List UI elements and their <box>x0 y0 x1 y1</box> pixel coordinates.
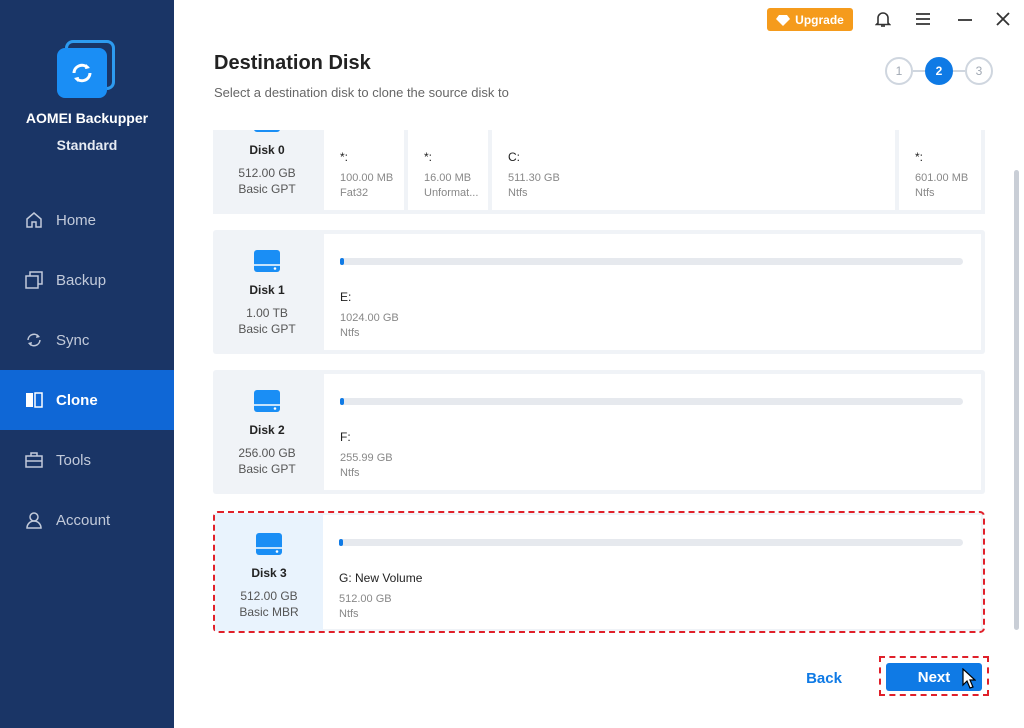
nav-item-backup[interactable]: Backup <box>0 250 174 310</box>
partition-size: 511.30 GB <box>508 172 560 184</box>
partition-size: 255.99 GB <box>340 452 393 464</box>
nav-item-account[interactable]: Account <box>0 490 174 550</box>
nav-label: Home <box>56 211 97 229</box>
partition-box: *: 16.00 MB Unformat... <box>408 130 488 210</box>
disk-size: 512.00 GB <box>240 589 298 603</box>
minimize-icon[interactable] <box>956 10 974 28</box>
disk-row-1[interactable]: Disk 1 1.00 TB Basic GPT E: 1024.00 GB N… <box>213 230 985 354</box>
partition-fs: Ntfs <box>508 187 528 199</box>
tools-icon <box>24 450 44 470</box>
sidebar: AOMEI Backupper Standard Home Backup Syn… <box>0 0 174 728</box>
disk-info: Disk 1 1.00 TB Basic GPT <box>213 230 321 354</box>
page-title: Destination Disk <box>214 52 371 74</box>
step-indicator: 1 2 3 <box>885 57 993 85</box>
partition-fs: Ntfs <box>340 467 360 479</box>
partition-size: 1024.00 GB <box>340 312 399 324</box>
disk-row-0[interactable]: Disk 0 512.00 GB Basic GPT *: 100.00 MB … <box>213 130 985 214</box>
disk-icon <box>252 246 282 276</box>
step-1: 1 <box>885 57 913 85</box>
back-button[interactable]: Back <box>796 664 852 692</box>
partition-box: *: 601.00 MB Ntfs <box>899 130 981 210</box>
nav-label: Sync <box>56 331 90 349</box>
disk-name: Disk 0 <box>249 143 285 157</box>
disk-icon <box>252 130 282 136</box>
disk-icon <box>252 386 282 416</box>
partition-box: E: 1024.00 GB Ntfs <box>324 234 981 350</box>
partition-size: 601.00 MB <box>915 172 969 184</box>
diamond-icon <box>776 14 791 26</box>
disk-type: Basic GPT <box>238 182 296 196</box>
upgrade-button[interactable]: Upgrade <box>767 8 853 31</box>
usage-bar <box>340 398 963 405</box>
partition-label: F: <box>340 430 351 444</box>
disk-type: Basic GPT <box>238 462 296 476</box>
backup-icon <box>24 270 44 290</box>
partition-fs: Fat32 <box>340 187 369 199</box>
scrollbar[interactable] <box>1014 170 1019 630</box>
usage-bar <box>339 539 963 546</box>
menu-icon[interactable] <box>914 10 932 28</box>
disk-size: 256.00 GB <box>238 446 296 460</box>
step-2: 2 <box>925 57 953 85</box>
partition-fs: Ntfs <box>340 327 360 339</box>
close-icon[interactable] <box>994 10 1012 28</box>
disk-type: Basic MBR <box>239 605 299 619</box>
partition-label: C: <box>508 150 520 164</box>
nav-item-clone[interactable]: Clone <box>0 370 174 430</box>
nav-label: Account <box>56 511 111 529</box>
mouse-cursor-icon <box>962 667 977 695</box>
home-icon <box>24 210 44 230</box>
partition-box: *: 100.00 MB Fat32 <box>324 130 404 210</box>
disk-info: Disk 0 512.00 GB Basic GPT <box>213 130 321 214</box>
partition-fs: Ntfs <box>915 187 935 199</box>
sync-icon <box>24 330 44 350</box>
nav-item-home[interactable]: Home <box>0 190 174 250</box>
partition-box: C: 511.30 GB Ntfs <box>492 130 895 210</box>
disk-name: Disk 3 <box>251 566 287 580</box>
page-subtitle: Select a destination disk to clone the s… <box>214 85 509 100</box>
disk-type: Basic GPT <box>238 322 296 336</box>
partition-label: G: New Volume <box>339 571 423 585</box>
nav-label: Backup <box>56 271 107 289</box>
nav-item-sync[interactable]: Sync <box>0 310 174 370</box>
partition-box: G: New Volume 512.00 GB Ntfs <box>323 515 981 629</box>
app-edition: Standard <box>56 137 118 153</box>
upgrade-label: Upgrade <box>795 12 844 27</box>
disk-info: Disk 3 512.00 GB Basic MBR <box>215 513 323 631</box>
disk-icon <box>254 529 284 559</box>
bell-icon[interactable] <box>874 10 892 28</box>
disk-size: 512.00 GB <box>238 166 296 180</box>
partition-fs: Ntfs <box>339 608 359 620</box>
step-3: 3 <box>965 57 993 85</box>
partition-size: 512.00 GB <box>339 593 392 605</box>
partition-fs: Unformat... <box>424 187 479 199</box>
main-nav: Home Backup Sync Clone Tools Account <box>0 190 174 550</box>
disk-name: Disk 2 <box>249 423 285 437</box>
clone-icon <box>24 390 44 410</box>
nav-label: Clone <box>56 391 98 409</box>
nav-label: Tools <box>56 451 92 469</box>
disk-row-3[interactable]: Disk 3 512.00 GB Basic MBR G: New Volume… <box>213 511 985 633</box>
disk-name: Disk 1 <box>249 283 285 297</box>
app-name: AOMEI Backupper <box>25 110 149 126</box>
disk-size: 1.00 TB <box>246 306 288 320</box>
partition-label: *: <box>915 150 924 164</box>
account-icon <box>24 510 44 530</box>
nav-item-tools[interactable]: Tools <box>0 430 174 490</box>
disk-list: Disk 0 512.00 GB Basic GPT *: 100.00 MB … <box>213 130 985 635</box>
disk-row-2[interactable]: Disk 2 256.00 GB Basic GPT F: 255.99 GB … <box>213 370 985 494</box>
partition-label: E: <box>340 290 352 304</box>
app-logo <box>57 40 115 98</box>
usage-bar <box>340 258 963 265</box>
partition-size: 100.00 MB <box>340 172 394 184</box>
sync-logo-icon <box>72 63 92 83</box>
partition-label: *: <box>340 150 349 164</box>
partition-size: 16.00 MB <box>424 172 472 184</box>
partition-label: *: <box>424 150 433 164</box>
disk-info: Disk 2 256.00 GB Basic GPT <box>213 370 321 494</box>
partition-box: F: 255.99 GB Ntfs <box>324 374 981 490</box>
